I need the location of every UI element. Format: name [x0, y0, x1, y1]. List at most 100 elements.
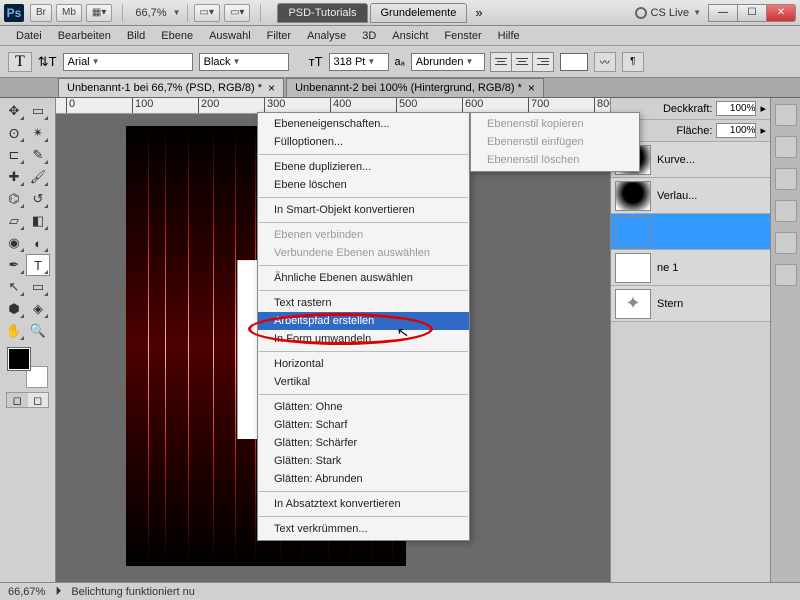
color-swatches[interactable] — [8, 348, 48, 388]
type-tool[interactable]: T — [26, 254, 50, 276]
align-right-button[interactable] — [532, 52, 554, 72]
ctx-text-rastern[interactable]: Text rastern — [258, 294, 469, 312]
ctx-arbeitspfad-erstellen[interactable]: Arbeitspfad erstellen — [258, 312, 469, 330]
minibridge-button[interactable]: Mb — [56, 4, 82, 22]
shape-tool[interactable]: ▭ — [26, 276, 50, 298]
menu-hilfe[interactable]: Hilfe — [490, 30, 528, 42]
font-size-select[interactable]: 318 Pt — [329, 53, 389, 71]
menu-filter[interactable]: Filter — [259, 30, 299, 42]
ctx-absatztext[interactable]: In Absatztext konvertieren — [258, 495, 469, 513]
color-panel-icon[interactable] — [775, 104, 797, 126]
lasso-tool[interactable]: ʘ — [2, 122, 26, 144]
dodge-tool[interactable]: ◐ — [26, 232, 50, 254]
blur-tool[interactable]: ◉ — [2, 232, 26, 254]
marquee-tool[interactable]: ▭ — [26, 100, 50, 122]
heal-tool[interactable]: ✚ — [2, 166, 26, 188]
pen-tool[interactable]: ✒ — [2, 254, 26, 276]
eyedropper-tool[interactable]: ✎ — [26, 144, 50, 166]
layer-item[interactable]: ne 1 — [611, 250, 770, 286]
3d-camera-tool[interactable]: ◈ — [26, 298, 50, 320]
layer-item-selected[interactable] — [611, 214, 770, 250]
workspace-tab-psdtutorials[interactable]: PSD-Tutorials — [277, 3, 367, 23]
view-extras-button[interactable]: ▭▾ — [194, 4, 220, 22]
history-brush-tool[interactable]: ↺ — [26, 188, 50, 210]
ctx-glaetten-schaerfer[interactable]: Glätten: Schärfer — [258, 434, 469, 452]
ctx-ebene-duplizieren[interactable]: Ebene duplizieren... — [258, 158, 469, 176]
adjustments-panel-icon[interactable] — [775, 168, 797, 190]
text-color-swatch[interactable] — [560, 53, 588, 71]
ctx-glaetten-ohne[interactable]: Glätten: Ohne — [258, 398, 469, 416]
screen-mode-button[interactable]: ▭▾ — [224, 4, 250, 22]
document-tab-1[interactable]: Unbenannt-1 bei 66,7% (PSD, RGB/8) *× — [58, 78, 284, 97]
align-center-button[interactable] — [511, 52, 533, 72]
fill-input[interactable] — [716, 123, 756, 138]
antialias-icon: aₐ — [395, 56, 405, 68]
ctx-vertikal[interactable]: Vertikal — [258, 373, 469, 391]
stamp-tool[interactable]: ⌬ — [2, 188, 26, 210]
antialias-select[interactable]: Abrunden — [411, 53, 485, 71]
menu-ansicht[interactable]: Ansicht — [384, 30, 436, 42]
gradient-tool[interactable]: ◧ — [26, 210, 50, 232]
swatches-panel-icon[interactable] — [775, 136, 797, 158]
menu-fenster[interactable]: Fenster — [436, 30, 489, 42]
hand-tool[interactable]: ✋ — [2, 320, 26, 342]
window-close[interactable]: ✕ — [766, 4, 796, 22]
layers-panel-icon[interactable] — [775, 200, 797, 222]
zoom-percent[interactable]: 66,7% — [135, 7, 166, 19]
status-zoom[interactable]: 66,67% — [8, 586, 45, 598]
ctx-aehnliche-auswaehlen[interactable]: Ähnliche Ebenen auswählen — [258, 269, 469, 287]
ctx-glaetten-abrunden[interactable]: Glätten: Abrunden — [258, 470, 469, 488]
window-minimize[interactable]: — — [708, 4, 738, 22]
align-left-button[interactable] — [490, 52, 512, 72]
menubar: Datei Bearbeiten Bild Ebene Auswahl Filt… — [0, 26, 800, 46]
close-icon[interactable]: × — [268, 81, 275, 95]
close-icon[interactable]: × — [528, 81, 535, 95]
paths-panel-icon[interactable] — [775, 264, 797, 286]
ctx-fuelloptionen[interactable]: Fülloptionen... — [258, 133, 469, 151]
menu-auswahl[interactable]: Auswahl — [201, 30, 259, 42]
ctx-ebeneneigenschaften[interactable]: Ebeneneigenschaften... — [258, 115, 469, 133]
history-panel-icon[interactable] — [775, 232, 797, 254]
font-weight-select[interactable]: Black — [199, 53, 289, 71]
quickmask-toggle[interactable]: ◻◻ — [6, 392, 49, 408]
menu-bearbeiten[interactable]: Bearbeiten — [50, 30, 119, 42]
ctx-smartobjekt[interactable]: In Smart-Objekt konvertieren — [258, 201, 469, 219]
ctx-glaetten-stark[interactable]: Glätten: Stark — [258, 452, 469, 470]
crop-tool[interactable]: ⊏ — [2, 144, 26, 166]
ctx-in-form-umwandeln[interactable]: In Form umwandeln — [258, 330, 469, 348]
layer-item[interactable]: Verlau... — [611, 178, 770, 214]
ctx-ebenenstil-kopieren: Ebenenstil kopieren — [471, 115, 639, 133]
layer-item[interactable]: Stern — [611, 286, 770, 322]
zoom-tool[interactable]: 🔍 — [26, 320, 50, 342]
menu-analyse[interactable]: Analyse — [299, 30, 354, 42]
workspace-tab-grundelemente[interactable]: Grundelemente — [370, 3, 468, 23]
ctx-horizontal[interactable]: Horizontal — [258, 355, 469, 373]
brush-tool[interactable]: 🖌 — [26, 166, 50, 188]
menu-ebene[interactable]: Ebene — [153, 30, 201, 42]
move-tool[interactable]: ✥ — [2, 100, 26, 122]
document-tab-2[interactable]: Unbenannt-2 bei 100% (Hintergrund, RGB/8… — [286, 78, 544, 97]
workspace-more[interactable]: » — [475, 5, 482, 20]
ctx-ebene-loeschen[interactable]: Ebene löschen — [258, 176, 469, 194]
menu-datei[interactable]: Datei — [8, 30, 50, 42]
font-family-select[interactable]: Arial — [63, 53, 193, 71]
wand-tool[interactable]: ✴ — [26, 122, 50, 144]
eraser-tool[interactable]: ▱ — [2, 210, 26, 232]
layout-button[interactable]: ▦▾ — [86, 4, 112, 22]
path-select-tool[interactable]: ↖ — [2, 276, 26, 298]
cslive-button[interactable]: CS Live▼ — [635, 7, 701, 19]
opacity-input[interactable] — [716, 101, 756, 116]
foreground-color-swatch[interactable] — [8, 348, 30, 370]
ctx-text-verkruemmen[interactable]: Text verkrümmen... — [258, 520, 469, 538]
menu-3d[interactable]: 3D — [354, 30, 384, 42]
ctx-glaetten-scharf[interactable]: Glätten: Scharf — [258, 416, 469, 434]
character-panel-button[interactable]: ¶ — [622, 52, 644, 72]
tool-preset-type[interactable]: T — [8, 52, 32, 72]
status-dropdown-icon[interactable]: ⏵ — [55, 584, 61, 599]
menu-bild[interactable]: Bild — [119, 30, 153, 42]
text-orientation-icon[interactable]: ⇅T — [38, 54, 57, 70]
3d-tool[interactable]: ⬢ — [2, 298, 26, 320]
window-maximize[interactable]: ☐ — [737, 4, 767, 22]
warp-text-button[interactable]: 〰 — [594, 52, 616, 72]
bridge-button[interactable]: Br — [30, 4, 52, 22]
